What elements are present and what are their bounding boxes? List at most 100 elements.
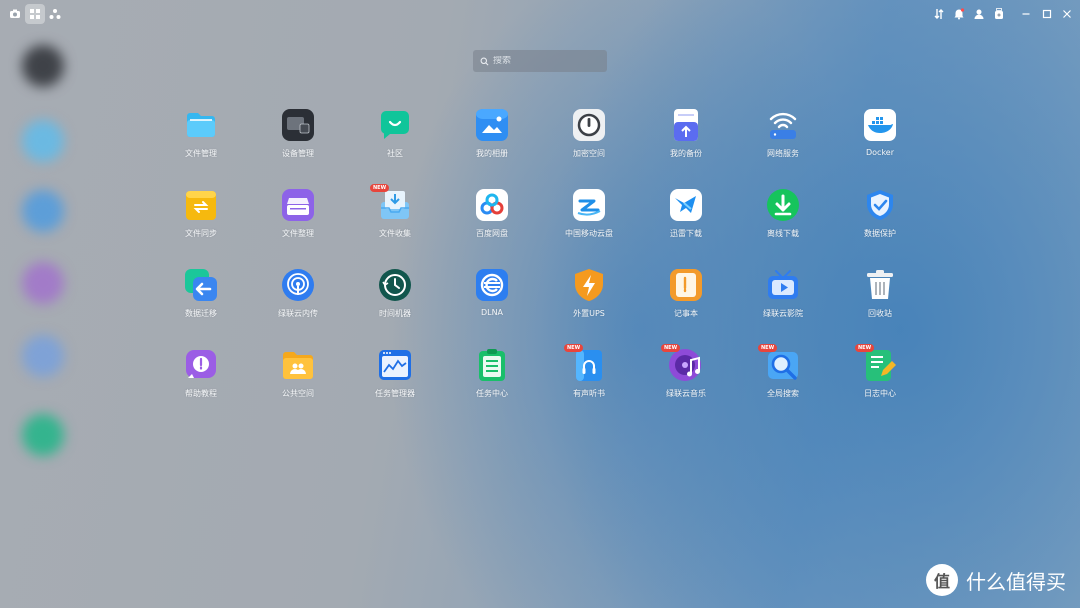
- app-label: 任务中心: [476, 389, 508, 398]
- app-cinema[interactable]: 绿联云影院: [735, 268, 831, 330]
- app-file-sync[interactable]: 文件同步: [153, 188, 249, 250]
- safe-icon: [572, 108, 606, 142]
- app-label: 绿联云内传: [278, 309, 318, 318]
- clock-icon: [378, 268, 412, 302]
- shared-folder-icon: [281, 348, 315, 382]
- app-airdrop[interactable]: 绿联云内传: [250, 268, 346, 330]
- migration-icon: [184, 268, 218, 302]
- app-task-manager[interactable]: 任务管理器: [347, 348, 443, 410]
- app-notepad[interactable]: 记事本: [638, 268, 734, 330]
- notification-bell-icon[interactable]: [949, 4, 969, 24]
- chat-bubble-icon: [378, 108, 412, 142]
- app-label: 日志中心: [864, 389, 896, 398]
- transfer-icon[interactable]: [929, 4, 949, 24]
- minimize-icon[interactable]: [1016, 4, 1036, 24]
- app-label: 迅雷下载: [670, 229, 702, 238]
- app-help-tutorial[interactable]: 帮助教程: [153, 348, 249, 410]
- app-label: 绿联云音乐: [666, 389, 706, 398]
- app-music[interactable]: NEW 绿联云音乐: [638, 344, 734, 410]
- organize-icon: [281, 188, 315, 222]
- app-baidu-netdisk[interactable]: 百度网盘: [444, 188, 540, 250]
- app-label: 文件收集: [379, 229, 411, 238]
- app-my-backup[interactable]: 我的备份: [638, 108, 734, 170]
- app-photos[interactable]: 我的相册: [444, 108, 540, 170]
- app-public-space[interactable]: 公共空间: [250, 348, 346, 410]
- headphone-book-icon: NEW: [564, 344, 606, 382]
- new-badge: NEW: [855, 344, 875, 352]
- app-data-migration[interactable]: 数据迁移: [153, 268, 249, 330]
- xunlei-bird-icon: [669, 188, 703, 222]
- maximize-icon[interactable]: [1037, 4, 1057, 24]
- clipboard-list-icon: [475, 348, 509, 382]
- tv-play-icon: [766, 268, 800, 302]
- new-badge: NEW: [564, 344, 584, 352]
- magnifier-icon: NEW: [758, 344, 800, 382]
- app-label: 数据迁移: [185, 309, 217, 318]
- app-label: 文件同步: [185, 229, 217, 238]
- app-data-protection[interactable]: 数据保护: [832, 188, 928, 250]
- app-external-ups[interactable]: 外置UPS: [541, 268, 637, 330]
- airdrop-icon: [281, 268, 315, 302]
- search-input[interactable]: [493, 56, 603, 66]
- app-file-manager[interactable]: 文件管理: [153, 108, 249, 170]
- app-label: 绿联云影院: [763, 309, 803, 318]
- app-docker[interactable]: Docker: [832, 108, 928, 170]
- watermark-text: 什么值得买: [966, 569, 1066, 594]
- baidu-cloud-icon: [475, 188, 509, 222]
- app-global-search[interactable]: NEW 全局搜索: [735, 344, 831, 410]
- app-time-machine[interactable]: 时间机器: [347, 268, 443, 330]
- new-badge: NEW: [370, 184, 390, 192]
- inbox-download-icon: NEW: [370, 184, 412, 222]
- app-audiobook[interactable]: NEW 有声听书: [541, 344, 637, 410]
- download-circle-icon: [766, 188, 800, 222]
- app-label: 文件整理: [282, 229, 314, 238]
- log-edit-icon: NEW: [855, 344, 897, 382]
- notepad-icon: [669, 268, 703, 302]
- app-recycle-bin[interactable]: 回收站: [832, 268, 928, 330]
- watermark-logo-glyph: 值: [933, 572, 950, 591]
- app-label: 我的备份: [670, 149, 702, 158]
- sidebar-blob: [22, 335, 64, 377]
- device-icon: [281, 108, 315, 142]
- music-disc-icon: NEW: [661, 344, 703, 382]
- docker-icon: [863, 108, 897, 142]
- backup-icon: [669, 108, 703, 142]
- sidebar-blob: [22, 45, 64, 87]
- app-dlna[interactable]: DLNA: [444, 268, 540, 330]
- top-bar: [0, 0, 1080, 28]
- mobile-cloud-icon: [572, 188, 606, 222]
- app-label: 离线下载: [767, 229, 799, 238]
- close-icon[interactable]: [1057, 4, 1077, 24]
- app-file-organize[interactable]: 文件整理: [250, 188, 346, 250]
- app-grid-icon[interactable]: [25, 4, 45, 24]
- app-network-service[interactable]: 网络服务: [735, 108, 831, 170]
- cluster-icon[interactable]: [45, 4, 65, 24]
- app-label: 外置UPS: [573, 309, 605, 318]
- search-box[interactable]: [473, 50, 607, 72]
- app-grid: 文件管理 设备管理 社区 我的相册 加密空间 我的备份 网络服务 Docker …: [153, 108, 927, 428]
- app-label: 设备管理: [282, 149, 314, 158]
- app-label: 网络服务: [767, 149, 799, 158]
- ups-bolt-icon: [572, 268, 606, 302]
- dlna-icon: [475, 268, 509, 302]
- sidebar-blob: [22, 414, 64, 456]
- user-icon[interactable]: [969, 4, 989, 24]
- device-status-icon[interactable]: [989, 4, 1009, 24]
- app-label: 百度网盘: [476, 229, 508, 238]
- app-task-center[interactable]: 任务中心: [444, 348, 540, 410]
- app-label: 帮助教程: [185, 389, 217, 398]
- app-file-collect[interactable]: NEW 文件收集: [347, 184, 443, 250]
- app-label: 公共空间: [282, 389, 314, 398]
- app-label: 文件管理: [185, 149, 217, 158]
- new-badge: NEW: [758, 344, 778, 352]
- app-log-center[interactable]: NEW 日志中心: [832, 344, 928, 410]
- app-offline-download[interactable]: 离线下载: [735, 188, 831, 250]
- app-xunlei[interactable]: 迅雷下载: [638, 188, 734, 250]
- wifi-router-icon: [766, 108, 800, 142]
- app-community[interactable]: 社区: [347, 108, 443, 170]
- app-encrypted-space[interactable]: 加密空间: [541, 108, 637, 170]
- app-china-mobile-cloud[interactable]: 中国移动云盘: [541, 188, 637, 250]
- watermark: 值 什么值得买: [926, 564, 1066, 596]
- app-device-manager[interactable]: 设备管理: [250, 108, 346, 170]
- camera-icon[interactable]: [5, 4, 25, 24]
